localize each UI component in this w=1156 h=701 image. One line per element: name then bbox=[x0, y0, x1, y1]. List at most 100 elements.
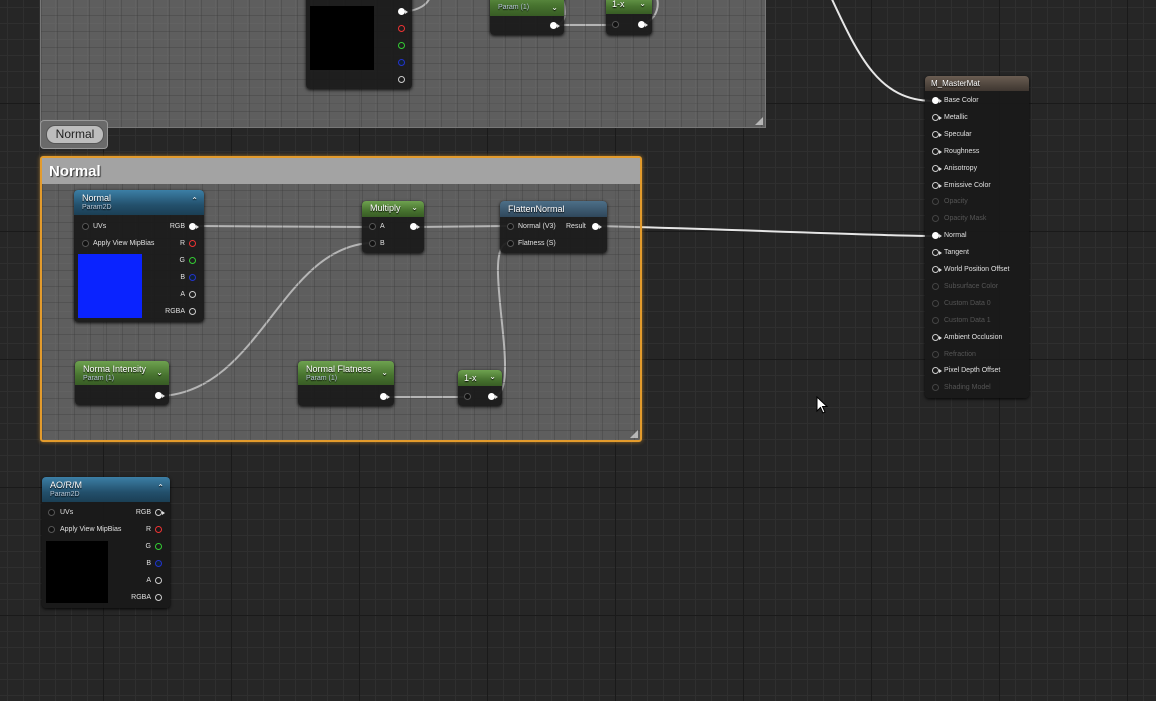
pin-label: UVs bbox=[60, 509, 74, 516]
pin-label: A bbox=[380, 223, 385, 230]
param-node-top[interactable]: Param (1) ⌄ bbox=[490, 0, 564, 35]
pin-mipbias[interactable] bbox=[48, 526, 55, 533]
pin-a[interactable] bbox=[155, 577, 162, 584]
material-pin[interactable] bbox=[932, 333, 942, 341]
node-title: M_MasterMat bbox=[931, 79, 980, 88]
pin-r[interactable] bbox=[398, 25, 405, 32]
pin-b[interactable] bbox=[189, 274, 196, 281]
pin-rgb[interactable] bbox=[398, 8, 408, 15]
material-pin[interactable] bbox=[932, 198, 939, 206]
material-pin[interactable] bbox=[932, 282, 939, 290]
material-pin[interactable] bbox=[932, 181, 942, 189]
pin-b[interactable] bbox=[369, 240, 376, 247]
pin-a[interactable] bbox=[398, 76, 405, 83]
texture-sample-normal[interactable]: Normal Param2D ⌃ UVs Apply View MipBias … bbox=[74, 190, 204, 322]
material-pin[interactable] bbox=[932, 299, 939, 307]
chevron-up-icon[interactable]: ⌃ bbox=[157, 482, 164, 493]
chevron-down-icon[interactable]: ⌄ bbox=[489, 371, 496, 382]
material-pin[interactable] bbox=[932, 130, 942, 138]
chevron-down-icon[interactable]: ⌄ bbox=[381, 367, 388, 378]
pin-label: UVs bbox=[93, 223, 107, 230]
node-subtitle: Param (1) bbox=[83, 375, 115, 382]
material-pin-label: Shading Model bbox=[944, 384, 991, 392]
pin-label: G bbox=[145, 543, 151, 550]
pin-label: Result bbox=[566, 223, 586, 230]
pin-normal[interactable] bbox=[507, 223, 514, 230]
pin-label: Apply View MipBias bbox=[93, 240, 155, 247]
pin-rgb[interactable] bbox=[189, 223, 199, 230]
multiply-node[interactable]: Multiply ⌄ A B bbox=[362, 201, 424, 253]
pin-input[interactable] bbox=[464, 393, 471, 400]
pin-result[interactable] bbox=[592, 223, 602, 230]
chevron-down-icon[interactable]: ⌄ bbox=[639, 0, 646, 9]
pin-rgba[interactable] bbox=[155, 594, 162, 601]
material-pin[interactable] bbox=[932, 384, 939, 392]
node-subtitle: Param (1) bbox=[498, 4, 530, 11]
chevron-up-icon[interactable]: ⌃ bbox=[191, 195, 198, 206]
texture-sample-aorm[interactable]: AO/R/M Param2D ⌃ UVs Apply View MipBias … bbox=[42, 477, 170, 608]
pin-label: Normal (V3) bbox=[518, 223, 556, 230]
material-pin[interactable] bbox=[932, 367, 942, 375]
material-pin[interactable] bbox=[932, 266, 942, 273]
pin-label: Apply View MipBias bbox=[60, 526, 122, 533]
pin-label: B bbox=[146, 560, 151, 567]
normal-flatness-param[interactable]: Normal Flatness Param (1) ⌄ bbox=[298, 361, 394, 406]
chevron-down-icon[interactable]: ⌄ bbox=[411, 202, 418, 213]
material-pin[interactable] bbox=[932, 316, 939, 324]
pin-rgb[interactable] bbox=[155, 509, 165, 516]
pin-uvs[interactable] bbox=[82, 223, 89, 230]
pin-label: G bbox=[179, 257, 185, 264]
pin-output[interactable] bbox=[488, 393, 498, 400]
comment-bubble-label[interactable]: Normal bbox=[46, 125, 104, 144]
material-pin[interactable] bbox=[932, 164, 942, 172]
comment-title[interactable]: Normal bbox=[42, 158, 640, 184]
pin-output[interactable] bbox=[410, 223, 420, 230]
pin-a[interactable] bbox=[369, 223, 376, 230]
material-pin[interactable] bbox=[932, 113, 942, 121]
chevron-down-icon[interactable]: ⌄ bbox=[156, 367, 163, 378]
chevron-down-icon[interactable]: ⌄ bbox=[551, 2, 558, 13]
material-pin[interactable] bbox=[932, 350, 939, 358]
material-pin-label: Pixel Depth Offset bbox=[944, 367, 1001, 375]
material-pin[interactable] bbox=[932, 147, 942, 155]
material-pin-label: Metallic bbox=[944, 113, 968, 121]
one-minus-node[interactable]: 1-x ⌄ bbox=[458, 370, 502, 406]
pin-mipbias[interactable] bbox=[82, 240, 89, 247]
wire-basecolor bbox=[831, 0, 933, 102]
pin-g[interactable] bbox=[189, 257, 196, 264]
material-pin-label: Anisotropy bbox=[944, 164, 978, 172]
material-pin[interactable] bbox=[932, 249, 942, 257]
pin-g[interactable] bbox=[155, 543, 162, 550]
pin-label: B bbox=[180, 274, 185, 281]
pin-a[interactable] bbox=[189, 291, 196, 298]
pin-uvs[interactable] bbox=[48, 509, 55, 516]
material-pin[interactable] bbox=[932, 97, 942, 104]
resize-handle[interactable] bbox=[630, 430, 638, 438]
material-pin-label: Specular bbox=[944, 130, 972, 138]
pin-r[interactable] bbox=[189, 240, 196, 247]
pin-rgba[interactable] bbox=[189, 308, 196, 315]
normal-intensity-param[interactable]: Norma Intensity Param (1) ⌄ bbox=[75, 361, 169, 405]
material-pin[interactable] bbox=[932, 215, 939, 223]
pin-flatness[interactable] bbox=[507, 240, 514, 247]
resize-handle[interactable] bbox=[755, 117, 763, 125]
material-pin-label: Custom Data 1 bbox=[944, 316, 991, 324]
pin-input[interactable] bbox=[612, 21, 619, 28]
pin-b[interactable] bbox=[398, 59, 405, 66]
pin-g[interactable] bbox=[398, 42, 405, 49]
pin-label: R bbox=[179, 240, 185, 247]
one-minus-node-top[interactable]: 1-x ⌄ bbox=[606, 0, 652, 35]
pin-b[interactable] bbox=[155, 560, 162, 567]
comment-bubble[interactable]: Normal bbox=[40, 120, 108, 149]
pin-r[interactable] bbox=[155, 526, 162, 533]
pin-output[interactable] bbox=[550, 22, 560, 29]
material-pin[interactable] bbox=[932, 232, 942, 240]
node-title: AO/R/M bbox=[50, 480, 83, 490]
texture-node-top[interactable] bbox=[306, 0, 412, 89]
flatten-normal-node[interactable]: FlattenNormal Normal (V3) Flatness (S) R… bbox=[500, 201, 607, 253]
material-output-node[interactable]: M_MasterMat Base Color Metallic Specular Ro… bbox=[925, 76, 1029, 398]
pin-output[interactable] bbox=[155, 392, 165, 399]
pin-output[interactable] bbox=[380, 393, 390, 400]
material-pin-label: Opacity Mask bbox=[944, 215, 987, 223]
pin-output[interactable] bbox=[638, 21, 648, 28]
